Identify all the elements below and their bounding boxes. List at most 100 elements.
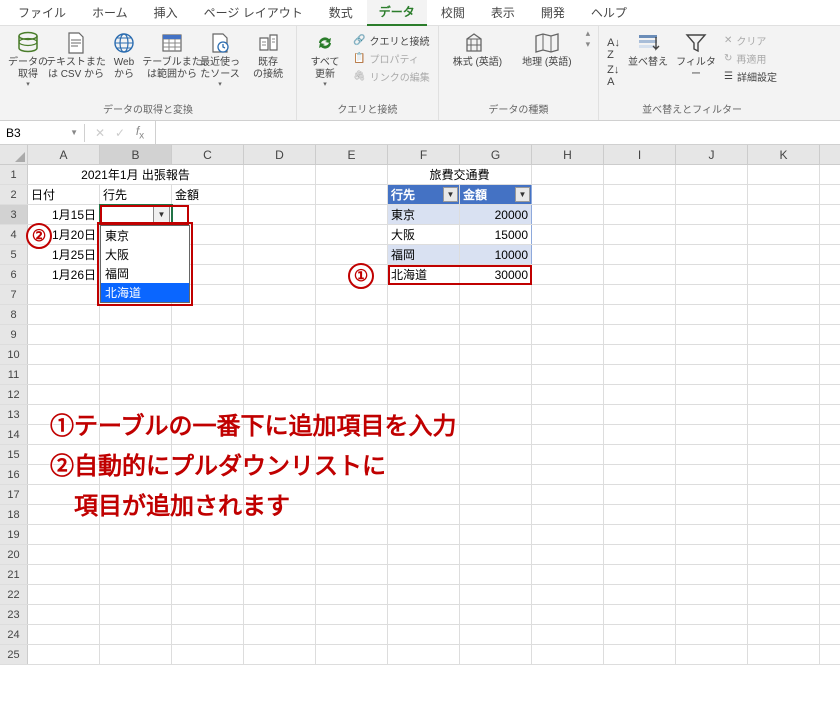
cell[interactable]: [748, 385, 820, 404]
cell[interactable]: [172, 525, 244, 544]
cell[interactable]: [172, 585, 244, 604]
formula-input[interactable]: [156, 131, 840, 135]
cell[interactable]: [28, 565, 100, 584]
cell[interactable]: [604, 345, 676, 364]
cell[interactable]: [532, 285, 604, 304]
row-header[interactable]: 24: [0, 625, 28, 644]
cell[interactable]: [604, 265, 676, 284]
row-header[interactable]: 13: [0, 405, 28, 424]
cell[interactable]: [532, 425, 604, 444]
cell[interactable]: [604, 425, 676, 444]
cell[interactable]: [100, 365, 172, 384]
cell[interactable]: [532, 225, 604, 244]
cell[interactable]: [676, 185, 748, 204]
cell[interactable]: [316, 385, 388, 404]
cell[interactable]: [388, 605, 460, 624]
cancel-formula-icon[interactable]: ✕: [93, 126, 107, 140]
properties-button[interactable]: 📋プロパティ: [349, 50, 434, 67]
row-header[interactable]: 8: [0, 305, 28, 324]
cell[interactable]: [460, 545, 532, 564]
cell[interactable]: [28, 545, 100, 564]
cell[interactable]: [316, 365, 388, 384]
cell[interactable]: [748, 265, 820, 284]
cell[interactable]: [316, 565, 388, 584]
cell[interactable]: [604, 645, 676, 664]
cell[interactable]: [748, 465, 820, 484]
table2-header-amount[interactable]: 金額▼: [460, 185, 532, 204]
cell[interactable]: [532, 165, 604, 184]
cell[interactable]: [172, 345, 244, 364]
cell[interactable]: [100, 385, 172, 404]
advanced-filter-button[interactable]: ☰詳細設定: [720, 68, 781, 85]
cell[interactable]: [604, 185, 676, 204]
cell[interactable]: [532, 385, 604, 404]
dropdown-item[interactable]: 北海道: [101, 283, 189, 302]
cell[interactable]: [100, 345, 172, 364]
date-cell[interactable]: 1月26日: [28, 265, 100, 284]
tab-data[interactable]: データ: [367, 0, 427, 26]
cell[interactable]: [316, 625, 388, 644]
row-header[interactable]: 20: [0, 545, 28, 564]
col-header-H[interactable]: H: [532, 145, 604, 164]
cell[interactable]: [244, 185, 316, 204]
cell[interactable]: [532, 345, 604, 364]
cell[interactable]: [100, 325, 172, 344]
from-table-range-button[interactable]: テーブルまた は範囲から: [148, 28, 196, 84]
cell[interactable]: [532, 585, 604, 604]
row-header[interactable]: 6: [0, 265, 28, 284]
cell[interactable]: [316, 245, 388, 264]
cell[interactable]: [676, 505, 748, 524]
cell[interactable]: [676, 565, 748, 584]
cell[interactable]: [316, 585, 388, 604]
cell[interactable]: [244, 385, 316, 404]
table2-dest-cell[interactable]: 大阪: [388, 225, 460, 244]
cell[interactable]: [316, 205, 388, 224]
cell[interactable]: [604, 545, 676, 564]
cell[interactable]: [244, 225, 316, 244]
cell[interactable]: [748, 585, 820, 604]
cell[interactable]: [532, 445, 604, 464]
cell[interactable]: [604, 365, 676, 384]
cell[interactable]: [28, 525, 100, 544]
col-header-A[interactable]: A: [28, 145, 100, 164]
cell[interactable]: [604, 405, 676, 424]
cell[interactable]: [676, 545, 748, 564]
cell[interactable]: [316, 545, 388, 564]
tab-developer[interactable]: 開発: [529, 0, 577, 25]
table2-dest-cell[interactable]: 東京: [388, 205, 460, 224]
cell[interactable]: [316, 505, 388, 524]
cell[interactable]: [172, 645, 244, 664]
cell[interactable]: [604, 205, 676, 224]
cell[interactable]: [532, 305, 604, 324]
cell[interactable]: [244, 285, 316, 304]
table2-header-dest[interactable]: 行先▼: [388, 185, 460, 204]
cell[interactable]: [532, 245, 604, 264]
clear-filter-button[interactable]: ✕クリア: [720, 32, 781, 49]
row-header[interactable]: 23: [0, 605, 28, 624]
cell[interactable]: [676, 405, 748, 424]
table-filter-button-amount[interactable]: ▼: [515, 187, 530, 202]
dropdown-item[interactable]: 東京: [101, 226, 189, 245]
cell[interactable]: [388, 345, 460, 364]
cell[interactable]: [460, 645, 532, 664]
cell[interactable]: [532, 485, 604, 504]
table2-dest-cell[interactable]: 福岡: [388, 245, 460, 264]
cell[interactable]: [388, 325, 460, 344]
cell[interactable]: [604, 565, 676, 584]
cell[interactable]: [460, 525, 532, 544]
cell[interactable]: [244, 645, 316, 664]
row-header[interactable]: 16: [0, 465, 28, 484]
cell[interactable]: [28, 585, 100, 604]
reapply-button[interactable]: ↻再適用: [720, 50, 781, 67]
cell[interactable]: [460, 465, 532, 484]
insert-function-icon[interactable]: fx: [133, 124, 147, 141]
cell[interactable]: [604, 465, 676, 484]
cell[interactable]: [604, 625, 676, 644]
cell[interactable]: [604, 605, 676, 624]
col-header-date[interactable]: 日付: [28, 185, 100, 204]
cell[interactable]: [748, 485, 820, 504]
cell[interactable]: [748, 505, 820, 524]
cell[interactable]: [676, 205, 748, 224]
date-cell[interactable]: 1月15日: [28, 205, 100, 224]
cell[interactable]: [28, 285, 100, 304]
